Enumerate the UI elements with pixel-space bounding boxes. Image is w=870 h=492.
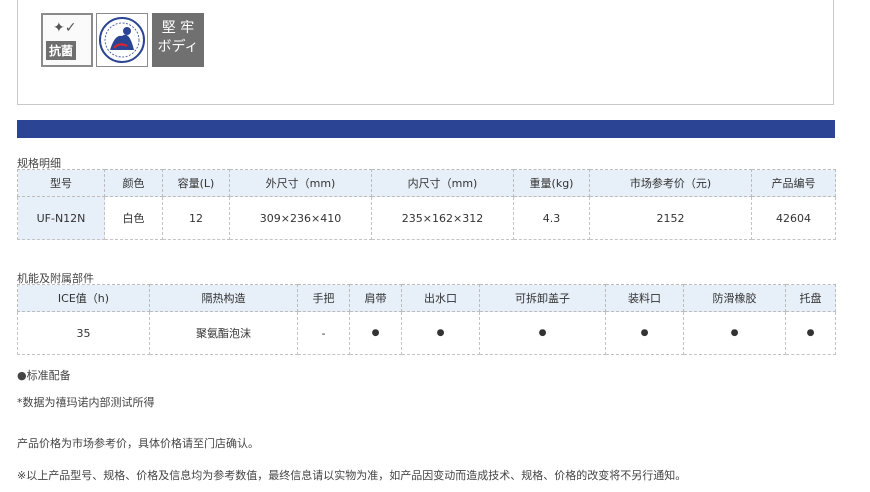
spec-header-product-code: 产品编号 (751, 169, 836, 197)
spec-header-inner-size: 内尺寸（mm) (371, 169, 514, 197)
feature-header-tray: 托盘 (785, 284, 836, 312)
feature-header-ice: ICE值（h) (17, 284, 150, 312)
sturdy-body-badge: 堅 牢 ボディ (152, 13, 204, 67)
feature-loading-port-value: ● (605, 311, 684, 355)
feature-insulation-value: 聚氨酯泡沫 (149, 311, 298, 355)
spec-header-row: 型号 颜色 容量(L) 外尺寸（mm) 内尺寸（mm) 重量(kg) 市场参考价… (17, 169, 836, 197)
sparkle-check-icon: ✦✓ (53, 20, 77, 36)
spec-table: 型号 颜色 容量(L) 外尺寸（mm) 内尺寸（mm) 重量(kg) 市场参考价… (17, 169, 836, 240)
antibacterial-label: 抗菌 (46, 41, 77, 60)
spec-header-model: 型号 (17, 169, 105, 197)
feature-header-handle: 手把 (297, 284, 350, 312)
sturdy-badge-line2: ボディ (157, 39, 199, 55)
feature-drain-value: ● (401, 311, 480, 355)
sturdy-badge-line1: 堅 牢 (161, 20, 195, 36)
feature-shoulder-strap-value: ● (349, 311, 402, 355)
spec-outer-size: 309×236×410 (229, 196, 372, 240)
spec-price: 2152 (589, 196, 752, 240)
table-row: 35 聚氨酯泡沫 - ● ● ● ● ● ● (17, 311, 836, 355)
feature-nonslip-rubber-value: ● (683, 311, 786, 355)
feature-header-drain: 出水口 (401, 284, 480, 312)
price-note: 产品价格为市场参考价，具体价格请至门店确认。 (17, 437, 259, 450)
spec-header-color: 颜色 (104, 169, 163, 197)
spec-color: 白色 (104, 196, 163, 240)
spec-capacity: 12 (162, 196, 230, 240)
feature-header-removable-lid: 可拆卸盖子 (479, 284, 606, 312)
feature-removable-lid-value: ● (479, 311, 606, 355)
spec-weight: 4.3 (513, 196, 590, 240)
feature-header-shoulder-strap: 肩带 (349, 284, 402, 312)
table-row: UF-N12N 白色 12 309×236×410 235×162×312 4.… (17, 196, 836, 240)
disclaimer-note: ※以上产品型号、规格、价格及信息均为参考数值，最终信息请以实物为准，如产品因变动… (17, 469, 687, 482)
feature-handle-value: - (297, 311, 350, 355)
features-table: ICE值（h) 隔热构造 手把 肩带 出水口 可拆卸盖子 装料口 防滑橡胶 托盘… (17, 284, 836, 355)
feature-header-nonslip-rubber: 防滑橡胶 (683, 284, 786, 312)
spec-header-capacity: 容量(L) (162, 169, 230, 197)
features-header-row: ICE值（h) 隔热构造 手把 肩带 出水口 可拆卸盖子 装料口 防滑橡胶 托盘 (17, 284, 836, 312)
spec-header-price: 市场参考价（元) (589, 169, 752, 197)
data-source-note: *数据为禧玛诺内部测试所得 (17, 396, 155, 409)
feature-header-loading-port: 装料口 (605, 284, 684, 312)
spec-model: UF-N12N (17, 196, 105, 240)
spec-product-code: 42604 (751, 196, 836, 240)
section-divider-bar (17, 120, 835, 138)
spec-inner-size: 235×162×312 (371, 196, 514, 240)
spec-header-weight: 重量(kg) (513, 169, 590, 197)
feature-badge-panel: ✦✓ 抗菌 堅 牢 ボディ (17, 0, 834, 105)
feature-header-insulation: 隔热构造 (149, 284, 298, 312)
antibacterial-badge: ✦✓ 抗菌 (41, 13, 93, 67)
standard-equipment-note: ●标准配备 (17, 369, 71, 382)
bear-mark-seal-icon (96, 13, 148, 67)
spec-header-outer-size: 外尺寸（mm) (229, 169, 372, 197)
feature-tray-value: ● (785, 311, 836, 355)
feature-ice-value: 35 (17, 311, 150, 355)
